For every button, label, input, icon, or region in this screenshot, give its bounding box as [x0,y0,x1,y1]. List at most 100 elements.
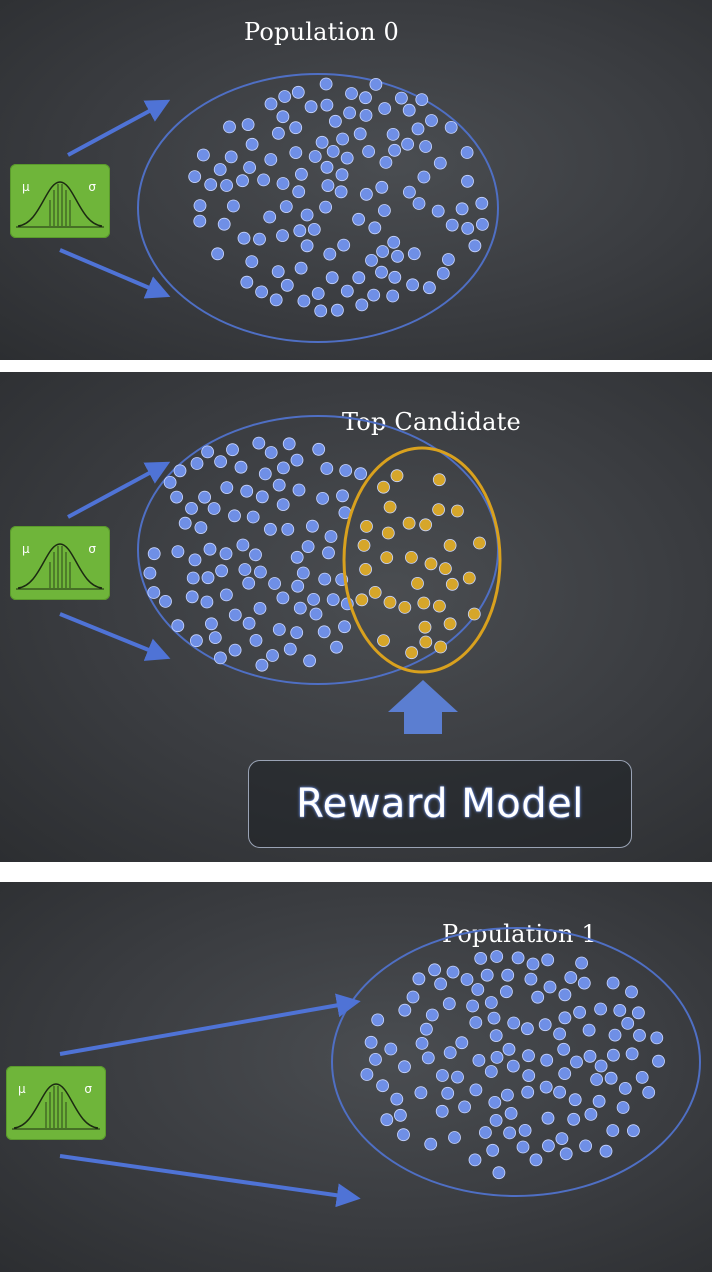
sample-point [434,640,448,654]
sample-point [359,91,372,105]
sample-point [276,461,290,475]
sample-point [455,202,469,216]
sample-point [355,298,369,312]
sample-point [539,1080,553,1094]
sample-point [402,516,416,530]
sample-point [268,577,282,590]
sample-point [236,538,250,552]
sample-point [289,146,303,160]
sample-point [451,1070,464,1084]
sample-point [345,87,358,100]
sample-point [480,968,494,982]
sample-point [240,484,254,498]
sample-point [196,148,210,162]
population-diagram [59,927,701,1208]
sample-point [307,592,321,606]
sample-point [521,1022,534,1036]
sample-point [352,212,366,226]
sample-point [324,530,338,543]
sample-point [425,1008,439,1022]
sample-arrow-lower [59,612,171,661]
sample-point [384,1042,398,1056]
sample-point [353,127,367,141]
sample-point [474,952,488,965]
sample-point [320,98,334,112]
sample-point [203,542,217,556]
sample-point [272,623,286,636]
sample-point [419,1022,433,1036]
sample-point [319,200,333,214]
sample-point [469,1016,483,1029]
sample-point [294,261,308,275]
sample-point [381,526,395,540]
sample-point [405,646,419,660]
sample-point [627,1124,640,1138]
sample-point [264,153,278,166]
sample-point [406,278,420,292]
sample-point [516,1140,530,1154]
sample-point [330,640,343,654]
sample-point [317,625,331,639]
sample-point [325,271,339,285]
sample-point [579,1139,592,1153]
sample-point [360,1068,374,1081]
sample-point [292,185,306,199]
sample-point [635,1070,649,1084]
sample-point [279,200,293,214]
sample-point [263,210,277,224]
sample-point [616,1101,630,1114]
sample-point [163,476,177,489]
sample-point [435,1069,449,1082]
sample-point [337,238,351,252]
sample-point [632,1006,645,1020]
sample-point [618,1081,632,1095]
sample-point [290,453,304,467]
sample-point [159,594,172,608]
sample-point [599,1144,613,1158]
sample-point [478,1126,492,1139]
sample-point [258,467,272,481]
sample-point [226,199,240,213]
sample-point [461,174,474,188]
sample-point [369,78,383,91]
sample-point [529,1153,543,1167]
sample-point [489,1113,503,1127]
sample-point [625,1047,639,1061]
sample-point [461,221,475,235]
sample-point [412,972,426,986]
sample-point [555,1132,569,1146]
sample-point [309,607,323,621]
sample-point [424,1137,438,1151]
sample-point [472,1053,486,1067]
sample-point [383,500,397,514]
mu-symbol: μ [22,542,30,556]
sample-point [445,577,459,591]
sample-point [507,1016,521,1030]
sample-point [582,1023,596,1037]
sample-point [542,1139,555,1153]
sample-point [185,590,199,604]
sample-point [538,1018,552,1032]
gaussian-distribution-icon: μ σ [6,1066,106,1140]
sample-point [388,143,402,157]
sample-point [223,120,236,134]
sample-point [594,1059,608,1073]
sample-point [301,540,315,554]
sample-point [355,593,369,607]
top-candidate-points [355,469,486,660]
sample-point [468,239,482,253]
sample-point [386,127,400,141]
sample-point [526,957,540,971]
sample-point [359,187,373,201]
sample-point [336,489,349,503]
sample-point [521,1085,535,1099]
sample-point [502,1042,516,1056]
sample-point [246,510,260,524]
reward-model-box: Reward Model [248,760,632,848]
sample-point [501,968,515,982]
sample-point [415,1036,429,1050]
sample-point [522,1069,536,1083]
sample-point [553,1027,566,1041]
sample-point [553,1085,566,1099]
sample-point [213,163,227,176]
